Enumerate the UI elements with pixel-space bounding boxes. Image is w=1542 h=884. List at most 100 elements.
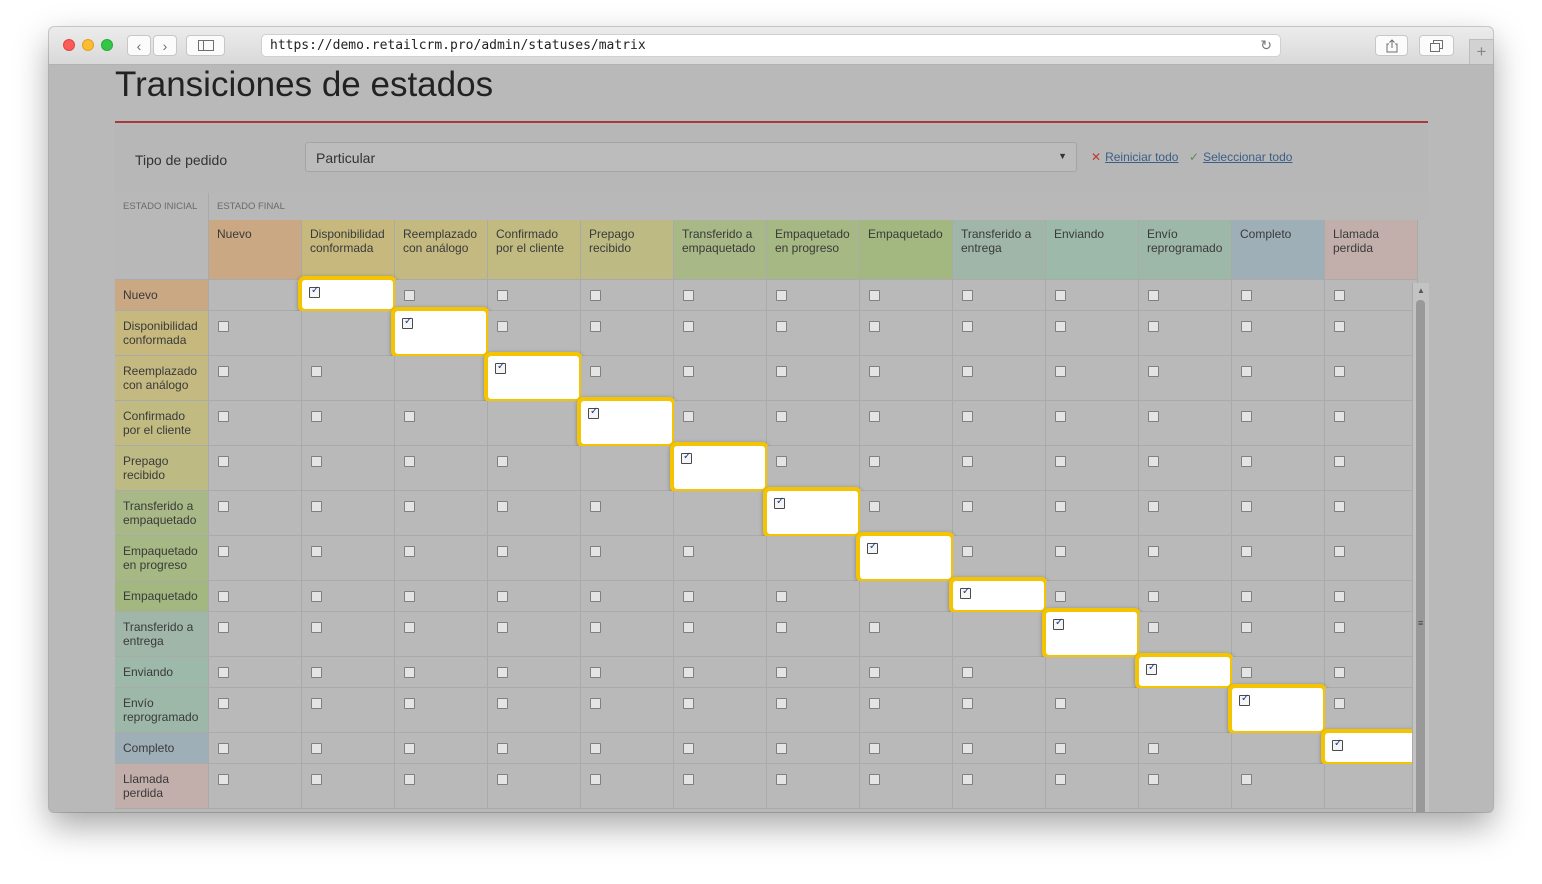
transition-checkbox[interactable] (218, 743, 229, 754)
transition-checkbox[interactable] (497, 667, 508, 678)
transition-checkbox[interactable] (1055, 546, 1066, 557)
transition-checkbox[interactable] (311, 456, 322, 467)
transition-checkbox[interactable] (683, 411, 694, 422)
transition-checkbox[interactable] (962, 667, 973, 678)
transition-checkbox[interactable] (218, 698, 229, 709)
transition-checkbox[interactable] (311, 366, 322, 377)
transition-checkbox[interactable] (1241, 411, 1252, 422)
transition-checkbox[interactable] (311, 622, 322, 633)
transition-checkbox[interactable] (1334, 622, 1345, 633)
transition-checkbox[interactable] (1055, 456, 1066, 467)
transition-checkbox[interactable] (1055, 290, 1066, 301)
transition-checkbox[interactable] (218, 366, 229, 377)
address-bar[interactable]: https://demo.retailcrm.pro/admin/statuse… (261, 34, 1281, 57)
transition-checkbox[interactable] (776, 698, 787, 709)
transition-checkbox[interactable] (404, 591, 415, 602)
transition-checkbox[interactable] (869, 456, 880, 467)
transition-checkbox[interactable]: ✓ (1053, 617, 1064, 630)
transition-checkbox[interactable] (590, 622, 601, 633)
transition-checkbox[interactable] (404, 501, 415, 512)
transition-checkbox[interactable] (683, 743, 694, 754)
transition-checkbox[interactable] (404, 290, 415, 301)
transition-checkbox[interactable] (1241, 290, 1252, 301)
share-button[interactable] (1375, 35, 1408, 56)
transition-checkbox[interactable] (218, 501, 229, 512)
transition-checkbox[interactable] (1334, 698, 1345, 709)
transition-checkbox[interactable] (869, 667, 880, 678)
transition-checkbox[interactable] (404, 411, 415, 422)
transition-checkbox[interactable] (1241, 366, 1252, 377)
transition-checkbox[interactable] (1241, 591, 1252, 602)
transition-checkbox[interactable] (1334, 591, 1345, 602)
transition-checkbox[interactable]: ✓ (867, 541, 878, 554)
transition-checkbox[interactable] (311, 698, 322, 709)
transition-checkbox[interactable] (497, 501, 508, 512)
transition-checkbox[interactable] (776, 591, 787, 602)
matrix-scrollbar[interactable]: ▲ ≡ (1412, 283, 1429, 812)
transition-checkbox[interactable] (869, 290, 880, 301)
transition-checkbox[interactable] (590, 591, 601, 602)
transition-checkbox[interactable] (683, 290, 694, 301)
transition-checkbox[interactable] (776, 411, 787, 422)
transition-checkbox[interactable] (590, 698, 601, 709)
transition-checkbox[interactable] (311, 667, 322, 678)
transition-checkbox[interactable] (962, 743, 973, 754)
transition-checkbox[interactable] (404, 546, 415, 557)
transition-checkbox[interactable] (590, 667, 601, 678)
transition-checkbox[interactable] (776, 290, 787, 301)
transition-checkbox[interactable] (1148, 321, 1159, 332)
transition-checkbox[interactable] (590, 290, 601, 301)
scrollbar-thumb[interactable]: ≡ (1416, 300, 1425, 812)
sidebar-button[interactable] (186, 35, 225, 56)
transition-checkbox[interactable] (404, 622, 415, 633)
transition-checkbox[interactable] (1334, 501, 1345, 512)
transition-checkbox[interactable]: ✓ (1146, 662, 1157, 675)
transition-checkbox[interactable] (683, 321, 694, 332)
transition-checkbox[interactable] (497, 591, 508, 602)
tabs-overview-button[interactable] (1419, 35, 1454, 56)
transition-checkbox[interactable] (962, 290, 973, 301)
transition-checkbox[interactable] (497, 698, 508, 709)
transition-checkbox[interactable] (1148, 774, 1159, 785)
transition-checkbox[interactable] (590, 501, 601, 512)
transition-checkbox[interactable] (869, 622, 880, 633)
transition-checkbox[interactable]: ✓ (588, 406, 599, 419)
transition-checkbox[interactable] (1241, 456, 1252, 467)
transition-checkbox[interactable] (1334, 546, 1345, 557)
order-type-select[interactable]: Particular ▼ (305, 142, 1077, 172)
transition-checkbox[interactable] (1055, 591, 1066, 602)
transition-checkbox[interactable] (776, 667, 787, 678)
new-tab-button[interactable]: + (1469, 39, 1493, 64)
zoom-window-button[interactable] (101, 39, 113, 51)
transition-checkbox[interactable] (1055, 743, 1066, 754)
transition-checkbox[interactable] (962, 501, 973, 512)
transition-checkbox[interactable] (218, 546, 229, 557)
transition-checkbox[interactable] (683, 698, 694, 709)
transition-checkbox[interactable] (962, 546, 973, 557)
transition-checkbox[interactable] (1334, 667, 1345, 678)
transition-checkbox[interactable] (869, 366, 880, 377)
transition-checkbox[interactable] (311, 501, 322, 512)
transition-checkbox[interactable] (404, 698, 415, 709)
transition-checkbox[interactable]: ✓ (1332, 738, 1343, 751)
transition-checkbox[interactable] (218, 321, 229, 332)
transition-checkbox[interactable] (1241, 501, 1252, 512)
close-window-button[interactable] (63, 39, 75, 51)
transition-checkbox[interactable] (683, 546, 694, 557)
transition-checkbox[interactable] (776, 774, 787, 785)
transition-checkbox[interactable] (404, 774, 415, 785)
transition-checkbox[interactable] (1148, 622, 1159, 633)
transition-checkbox[interactable]: ✓ (495, 361, 506, 374)
transition-checkbox[interactable] (1334, 290, 1345, 301)
transition-checkbox[interactable] (218, 411, 229, 422)
transition-checkbox[interactable] (404, 743, 415, 754)
transition-checkbox[interactable] (1148, 546, 1159, 557)
transition-checkbox[interactable] (497, 321, 508, 332)
transition-checkbox[interactable] (962, 774, 973, 785)
transition-checkbox[interactable] (311, 591, 322, 602)
transition-checkbox[interactable] (497, 743, 508, 754)
transition-checkbox[interactable] (869, 774, 880, 785)
transition-checkbox[interactable] (218, 591, 229, 602)
transition-checkbox[interactable] (1148, 456, 1159, 467)
transition-checkbox[interactable] (962, 366, 973, 377)
